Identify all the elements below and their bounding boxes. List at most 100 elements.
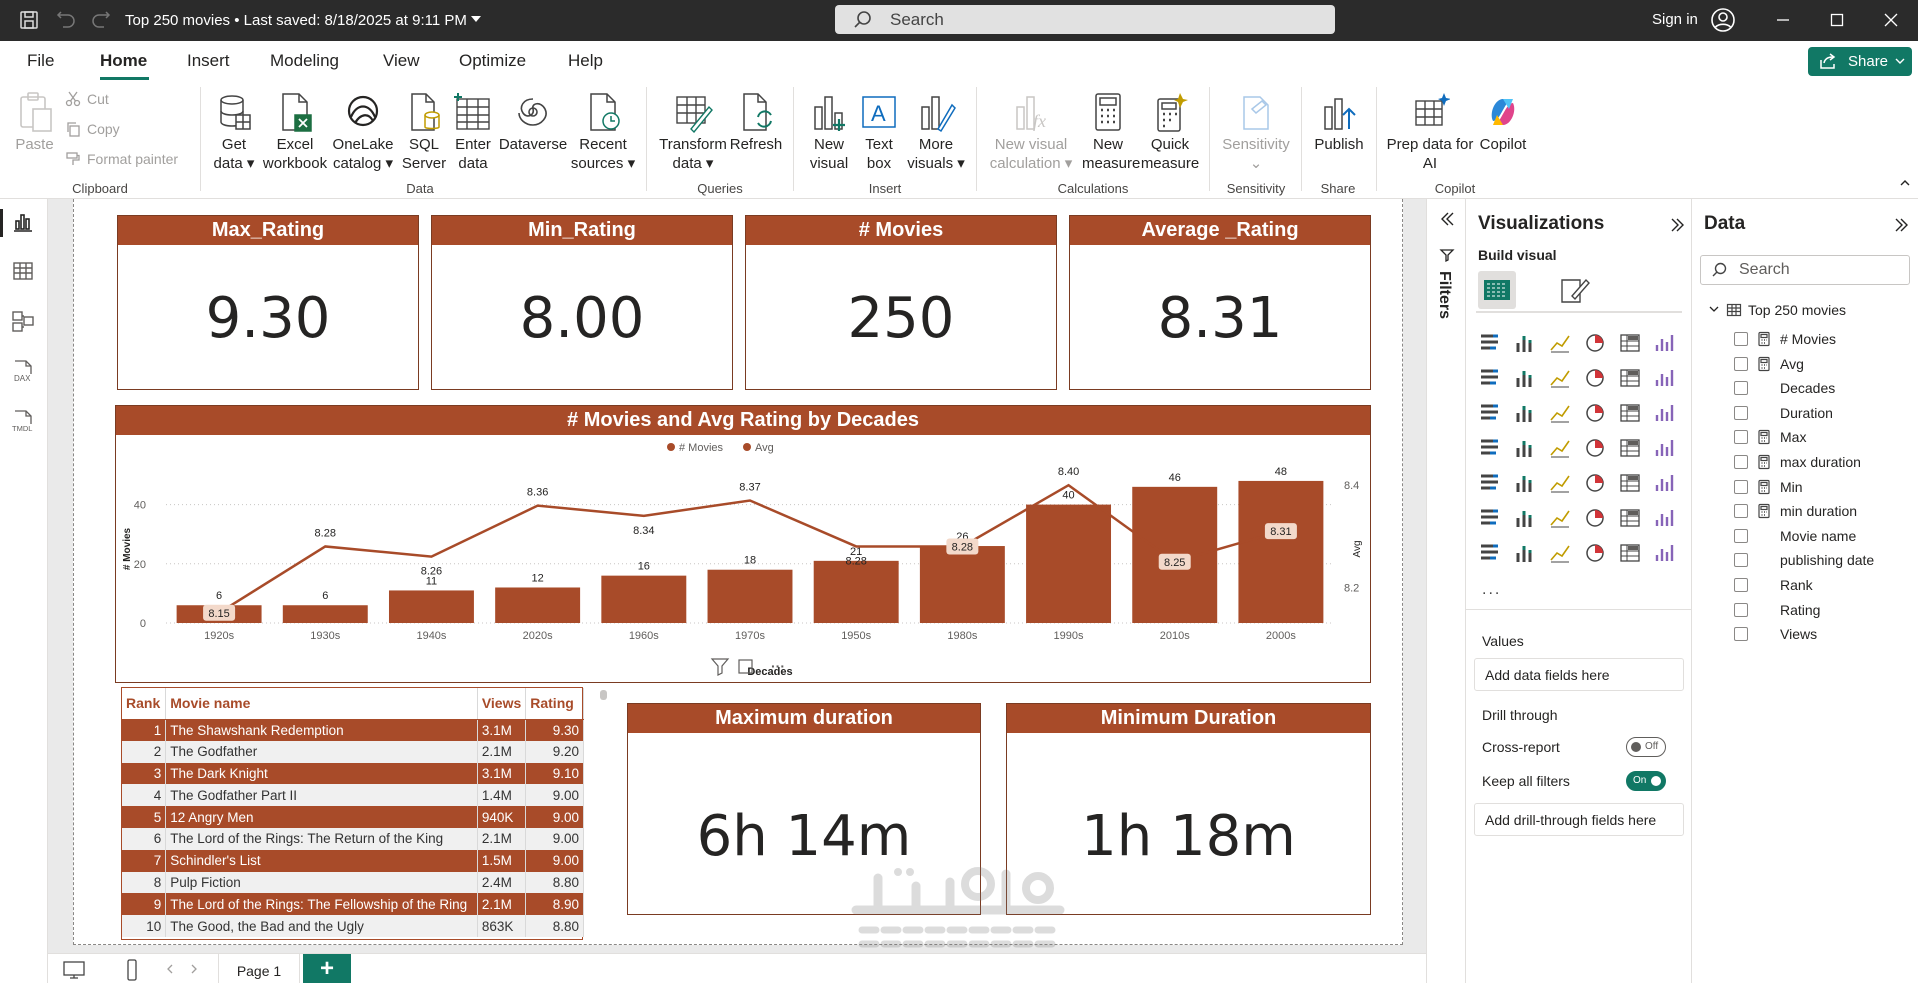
map-icon[interactable] xyxy=(1513,436,1537,460)
sql-server-button[interactable]: SQL Server xyxy=(398,91,450,173)
table-icon[interactable] xyxy=(1583,471,1607,495)
field-checkbox[interactable] xyxy=(1734,381,1748,396)
values-drop-zone[interactable]: Add data fields here xyxy=(1474,658,1684,691)
kpi-card-max-rating[interactable]: Max_Rating 9.30 xyxy=(117,215,419,390)
waterfall-chart-icon[interactable] xyxy=(1513,401,1537,425)
recent-sources-button[interactable]: Recent sources ▾ xyxy=(570,91,636,173)
mobile-layout-icon[interactable] xyxy=(124,958,140,982)
chevron-down-icon[interactable] xyxy=(470,13,482,27)
field-item[interactable]: Max xyxy=(1734,427,1914,449)
table-row[interactable]: 8 Pulp Fiction 2.4M 8.80 xyxy=(122,871,584,894)
funnel-chart-icon[interactable] xyxy=(1548,401,1572,425)
dax-query-view-icon[interactable]: DAX xyxy=(10,358,36,384)
stacked-column-chart-icon[interactable] xyxy=(1513,331,1537,355)
line-stacked-column-chart-icon[interactable] xyxy=(1653,366,1677,390)
redo-icon[interactable] xyxy=(90,9,112,31)
field-checkbox[interactable] xyxy=(1734,479,1748,494)
clustered-bar-chart-icon[interactable] xyxy=(1548,331,1572,355)
text-box-button[interactable]: A Text box xyxy=(858,91,900,173)
field-checkbox[interactable] xyxy=(1734,430,1748,445)
line-clustered-column-chart-icon[interactable] xyxy=(1618,366,1642,390)
field-checkbox[interactable] xyxy=(1734,332,1748,346)
field-item[interactable]: Movie name xyxy=(1734,526,1914,548)
chevron-down-icon[interactable] xyxy=(1708,303,1720,315)
100-stacked-bar-chart-icon[interactable] xyxy=(1618,331,1642,355)
table-row[interactable]: 2 The Godfather 2.1M 9.20 xyxy=(122,740,584,763)
field-item[interactable]: Duration xyxy=(1734,403,1914,425)
clustered-column-chart-icon[interactable] xyxy=(1583,331,1607,355)
document-title[interactable]: Top 250 movies • Last saved: 8/18/2025 a… xyxy=(125,12,467,29)
more-visuals-button[interactable]: More visuals ▾ xyxy=(905,91,967,173)
top-movies-table[interactable]: Rank Movie name Views Rating 1 The Shawshank… xyxy=(121,687,584,940)
pie-chart-icon[interactable] xyxy=(1618,401,1642,425)
table-row[interactable]: 5 12 Angry Men 940K 9.00 xyxy=(122,806,584,828)
new-measure-button[interactable]: New measure xyxy=(1082,91,1140,173)
search-input[interactable]: Search xyxy=(835,5,1335,34)
multi-row-card-icon[interactable] xyxy=(1478,471,1502,495)
table-view-icon[interactable] xyxy=(10,258,36,284)
chevron-left-icon[interactable] xyxy=(164,962,176,976)
kpi-card-movies-count[interactable]: # Movies 250 xyxy=(745,215,1057,390)
scatter-chart-icon[interactable] xyxy=(1583,401,1607,425)
smart-narrative-icon[interactable] xyxy=(1618,506,1642,530)
field-checkbox[interactable] xyxy=(1734,627,1748,642)
kpi-card-min-rating[interactable]: Min_Rating 8.00 xyxy=(431,215,733,390)
tab-home[interactable]: Home xyxy=(100,51,147,71)
tmdl-view-icon[interactable]: TMDL xyxy=(10,408,36,434)
publish-button[interactable]: Publish xyxy=(1310,91,1368,154)
collapse-pane-icon[interactable] xyxy=(1670,217,1686,233)
share-button[interactable]: Share xyxy=(1808,47,1912,76)
field-item[interactable]: Rank xyxy=(1734,575,1914,597)
field-checkbox[interactable] xyxy=(1734,578,1748,592)
drill-through-drop-zone[interactable]: Add drill-through fields here xyxy=(1474,803,1684,836)
transform-data-button[interactable]: Transform data ▾ xyxy=(658,91,728,173)
field-checkbox[interactable] xyxy=(1734,602,1748,617)
page-tab-page-1[interactable]: Page 1 xyxy=(218,954,300,983)
refresh-button[interactable]: Refresh xyxy=(728,91,784,154)
tab-insert[interactable]: Insert xyxy=(187,51,230,71)
gauge-icon[interactable] xyxy=(1618,436,1642,460)
excel-workbook-button[interactable]: Excel workbook xyxy=(260,91,330,173)
kpi-icon[interactable] xyxy=(1513,471,1537,495)
copy-button[interactable]: Copy xyxy=(65,121,120,137)
format-visual-icon[interactable] xyxy=(1558,274,1590,306)
table-row[interactable]: 3 The Dark Knight 3.1M 9.10 xyxy=(122,762,584,785)
stacked-bar-chart-icon[interactable] xyxy=(1478,331,1502,355)
table-node-top250[interactable]: Top 250 movies xyxy=(1708,299,1908,321)
slicer-icon[interactable] xyxy=(1548,471,1572,495)
field-item[interactable]: publishing date xyxy=(1734,550,1914,572)
maximize-icon[interactable] xyxy=(1828,11,1846,29)
collapse-ribbon-icon[interactable] xyxy=(1899,177,1911,189)
kpi-card-average-rating[interactable]: Average _Rating 8.31 xyxy=(1069,215,1371,390)
collapse-pane-icon[interactable] xyxy=(1894,217,1910,233)
azure-map-icon[interactable] xyxy=(1583,436,1607,460)
stacked-area-chart-icon[interactable] xyxy=(1548,366,1572,390)
field-item[interactable]: Rating xyxy=(1734,600,1914,622)
sign-in-link[interactable]: Sign in xyxy=(1652,11,1698,28)
area-chart-icon[interactable] xyxy=(1513,366,1537,390)
ribbon-chart-icon[interactable] xyxy=(1478,401,1502,425)
donut-chart-icon[interactable] xyxy=(1653,401,1677,425)
field-item[interactable]: Views xyxy=(1734,624,1914,646)
python-visual-icon[interactable] xyxy=(1478,506,1502,530)
key-influencers-icon[interactable] xyxy=(1513,506,1537,530)
column-header[interactable]: Movie name xyxy=(165,688,478,720)
field-item[interactable]: # Movies xyxy=(1734,329,1914,351)
chevron-right-icon[interactable] xyxy=(188,962,200,976)
cross-report-toggle[interactable]: Off xyxy=(1626,737,1666,757)
add-page-button[interactable]: + xyxy=(303,954,351,983)
build-visual-tab[interactable] xyxy=(1478,271,1516,309)
dataverse-button[interactable]: Dataverse xyxy=(498,91,568,154)
goals-visual-icon[interactable] xyxy=(1653,506,1677,530)
report-view-icon[interactable] xyxy=(10,209,36,235)
new-visual-button[interactable]: New visual xyxy=(804,91,854,173)
filled-map-icon[interactable] xyxy=(1548,436,1572,460)
close-icon[interactable] xyxy=(1882,11,1900,29)
max-duration-card[interactable]: Maximum duration 6h 14m xyxy=(627,703,981,915)
table-row[interactable]: 7 Schindler's List 1.5M 9.00 xyxy=(122,849,584,872)
get-data-button[interactable]: Get data ▾ xyxy=(205,91,263,173)
format-painter-button[interactable]: Format painter xyxy=(65,151,178,167)
min-duration-card[interactable]: Minimum Duration 1h 18m xyxy=(1006,703,1371,915)
minimize-icon[interactable] xyxy=(1774,11,1792,29)
field-checkbox[interactable] xyxy=(1734,356,1748,371)
